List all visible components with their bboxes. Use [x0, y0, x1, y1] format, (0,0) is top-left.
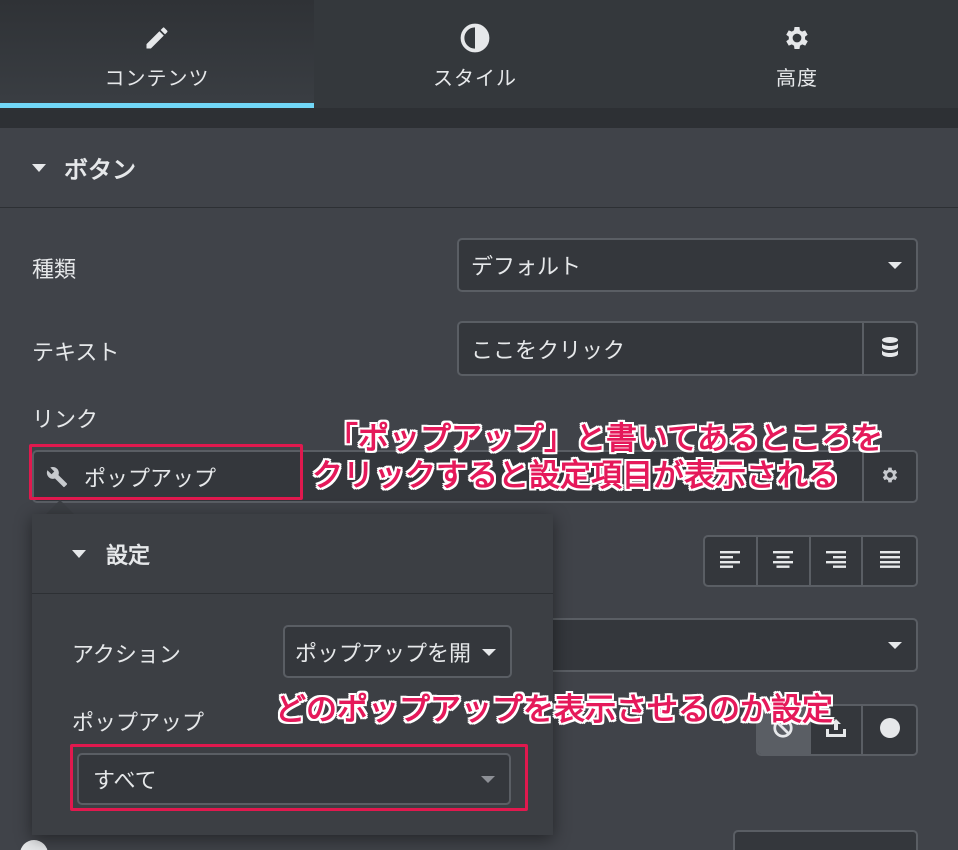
alignment-buttons: [703, 535, 918, 587]
tab-style[interactable]: スタイル: [314, 0, 636, 108]
gear-icon: [781, 22, 813, 54]
section-header-button[interactable]: ボタン: [0, 128, 958, 208]
database-icon: [880, 336, 900, 362]
text-label: テキスト: [32, 341, 120, 366]
gear-icon: [880, 465, 900, 489]
chevron-down-icon: [888, 262, 902, 269]
text-input-group: ここをクリック: [457, 321, 918, 376]
align-left-icon: [719, 550, 741, 572]
bottom-toggle-knob[interactable]: [20, 840, 48, 850]
bottom-input[interactable]: [733, 830, 918, 850]
tabs-separator: [0, 108, 958, 128]
popup-highlight-box: [70, 744, 528, 811]
popup-label: ポップアップ: [72, 711, 205, 736]
action-label: アクション: [72, 643, 181, 668]
action-select[interactable]: ポップアップを開: [283, 625, 512, 678]
tab-advanced[interactable]: 高度: [636, 0, 958, 108]
tab-advanced-label: 高度: [776, 66, 818, 90]
align-right-button[interactable]: [811, 537, 864, 585]
link-highlight-box: [29, 444, 303, 500]
popover-title: 設定: [106, 543, 151, 569]
align-justify-icon: [879, 550, 901, 572]
align-right-icon: [825, 550, 847, 572]
tab-style-label: スタイル: [433, 66, 517, 90]
icon-circle-button[interactable]: [863, 706, 916, 754]
align-justify-button[interactable]: [863, 537, 916, 585]
pencil-icon: [141, 22, 173, 54]
annotation-line-2: クリックすると設定項目が表示される: [312, 458, 839, 494]
link-options-button[interactable]: [862, 452, 916, 501]
tab-content-label: コンテンツ: [104, 66, 210, 90]
align-left-button[interactable]: [705, 537, 758, 585]
chevron-down-icon: [888, 642, 902, 649]
circle-icon: [879, 717, 901, 743]
chevron-down-icon: [482, 648, 496, 656]
size-select[interactable]: [540, 618, 918, 672]
contrast-icon: [459, 22, 491, 54]
type-label: 種類: [32, 258, 77, 283]
link-label: リンク: [32, 408, 99, 433]
align-center-button[interactable]: [758, 537, 811, 585]
popover-header[interactable]: 設定: [32, 514, 553, 594]
action-select-value: ポップアップを開: [295, 641, 472, 667]
text-input-value: ここをクリック: [471, 338, 626, 364]
caret-down-icon: [32, 163, 46, 172]
align-center-icon: [772, 550, 794, 572]
dynamic-tags-button[interactable]: [862, 323, 916, 374]
type-select[interactable]: デフォルト: [457, 238, 918, 292]
tab-content[interactable]: コンテンツ: [0, 0, 314, 108]
text-input[interactable]: ここをクリック: [459, 323, 862, 374]
panel-tabs: コンテンツ スタイル 高度: [0, 0, 958, 108]
annotation-line-3: どのポップアップを表示させるのか設定: [275, 692, 833, 728]
section-title: ボタン: [64, 156, 136, 184]
type-select-value: デフォルト: [471, 255, 582, 280]
caret-down-icon: [72, 549, 86, 558]
